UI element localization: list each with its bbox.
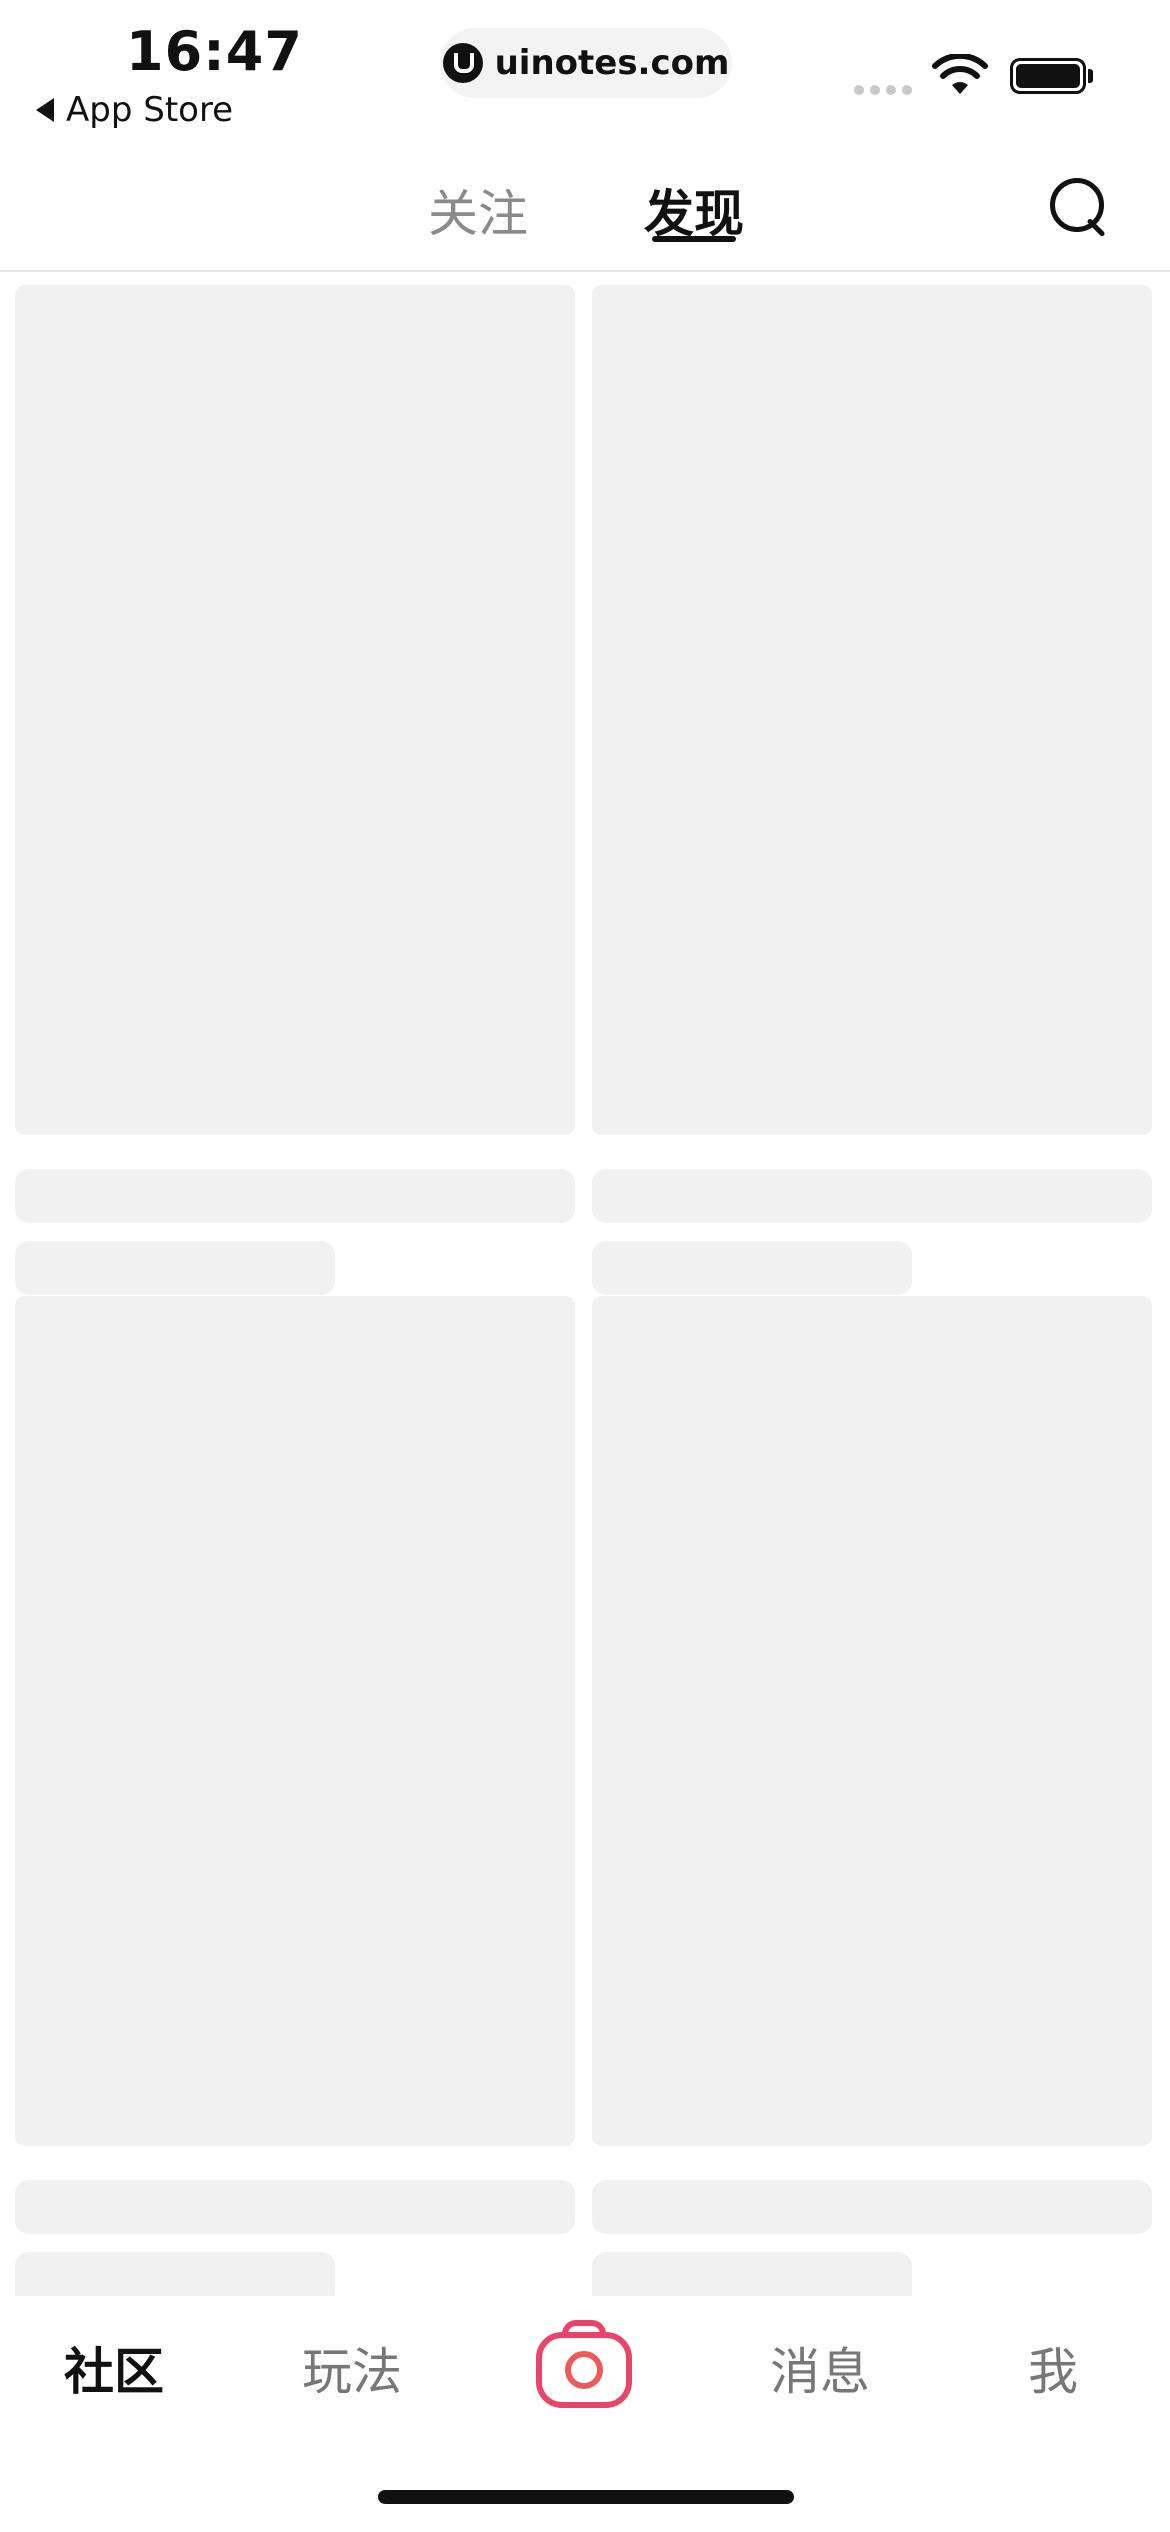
skeleton-title: [15, 2180, 575, 2234]
battery-cap: [1088, 69, 1093, 83]
skeleton-image: [15, 285, 575, 1135]
feed-skeleton: [0, 272, 1170, 2296]
url-pill[interactable]: uinotes.com: [440, 28, 732, 98]
skeleton-meta: [592, 2252, 912, 2296]
search-button[interactable]: [1046, 174, 1110, 238]
skeleton-meta: [15, 2252, 335, 2296]
battery-icon: [1010, 58, 1086, 94]
tabbar-item-play[interactable]: 玩法: [302, 2332, 402, 2404]
camera-button[interactable]: [536, 2318, 632, 2410]
tabbar-item-me[interactable]: 我: [1028, 2332, 1078, 2404]
tabbar-item-messages[interactable]: 消息: [770, 2332, 870, 2404]
site-logo-icon: [442, 43, 483, 83]
top-tab-header: 关注 发现: [0, 150, 1170, 272]
back-to-app-store[interactable]: App Store: [36, 90, 233, 130]
skeleton-title: [592, 1169, 1152, 1223]
skeleton-title: [592, 2180, 1152, 2234]
skeleton-image: [592, 285, 1152, 1135]
skeleton-image: [592, 1296, 1152, 2146]
home-indicator[interactable]: [378, 2490, 794, 2504]
wifi-icon: [932, 54, 988, 94]
cellular-signal-icon: [854, 85, 912, 95]
skeleton-image: [15, 1296, 575, 2146]
active-tab-indicator: [652, 236, 736, 242]
skeleton-meta: [15, 1241, 335, 1295]
back-arrow-icon: [36, 98, 54, 122]
status-bar: 16:47 App Store uinotes.com: [0, 0, 1170, 150]
tabbar-item-community[interactable]: 社区: [64, 2332, 164, 2404]
url-text: uinotes.com: [494, 43, 730, 83]
skeleton-meta: [592, 1241, 912, 1295]
status-time: 16:47: [126, 20, 303, 83]
skeleton-title: [15, 1169, 575, 1223]
back-app-label: App Store: [66, 90, 234, 130]
tab-follow[interactable]: 关注: [428, 174, 528, 246]
